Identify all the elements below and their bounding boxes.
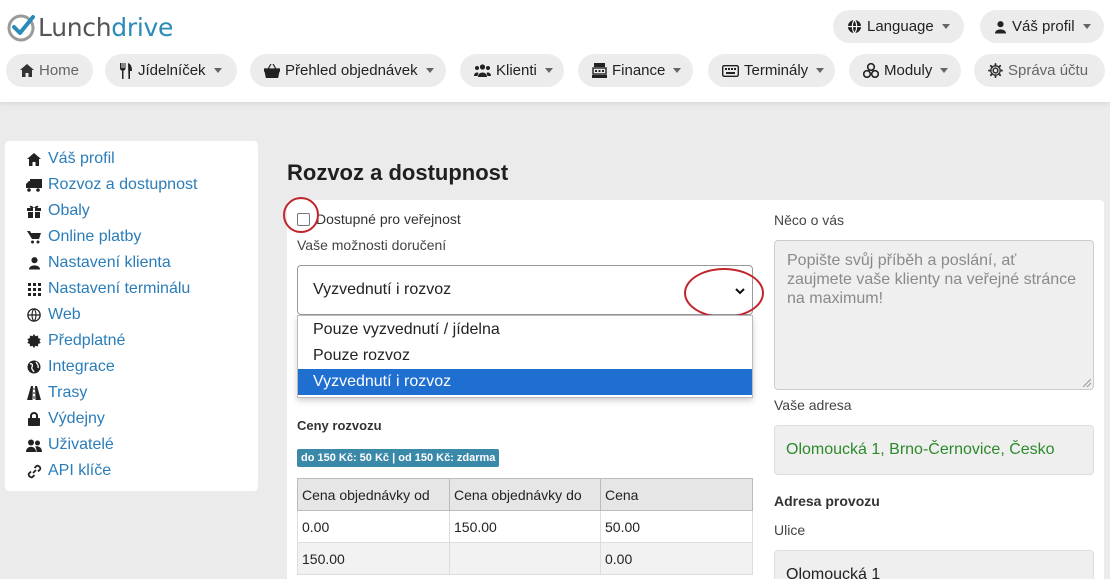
sidebar-item-web[interactable]: Web [26,304,81,326]
cubes-icon [863,63,879,78]
option-vyzvednuti-i-rozvoz[interactable]: Vyzvednutí i rozvoz [298,369,752,395]
road-icon [26,386,42,400]
chevron-down-icon [425,68,434,73]
chevron-down-icon [1082,24,1091,29]
chevron-down-icon [940,68,949,73]
nav-finance[interactable]: Finance [578,54,693,87]
chevron-down-icon [816,68,825,73]
nav-moduly[interactable]: Moduly [849,54,961,87]
gift-icon [26,204,42,218]
user-icon [994,20,1007,34]
logo-check-icon [7,14,35,42]
logo-text: Lunchdrive [38,12,174,42]
street-field[interactable]: Olomoucká 1 [774,550,1094,579]
table-cell: 0.00 [600,542,753,575]
sidebar-item-profil[interactable]: Váš profil [26,148,115,170]
chevron-down-icon [941,24,950,29]
delivery-prices-heading: Ceny rozvozu [297,418,382,433]
grid-icon [26,282,42,296]
table-header-row: Cena objednávky od Cena objednávky do Ce… [297,478,753,511]
column-header[interactable]: Cena objednávky od [297,478,450,511]
profile-dropdown[interactable]: Váš profil [980,10,1104,43]
sidebar-item-uzivatele[interactable]: Uživatelé [26,434,114,456]
language-dropdown[interactable]: Language [833,10,964,43]
address-field[interactable]: Olomoucká 1, Brno-Černovice, Česko [774,425,1094,475]
chevron-down-icon [544,68,553,73]
annotation-circle-select-arrow [684,268,764,318]
chevron-down-icon [213,68,222,73]
keyboard-icon [722,64,739,77]
nav-objednavky[interactable]: Přehled objednávek [250,54,446,87]
earth-icon [26,360,42,374]
delivery-price-badge: do 150 Kč: 50 Kč | od 150 Kč: zdarma [297,449,500,467]
globe-icon [847,19,862,34]
cash-register-icon [592,63,607,78]
table-row[interactable]: 0.00 150.00 50.00 [297,510,753,543]
users-icon [474,64,491,77]
home-icon [20,64,34,77]
sidebar-item-nastaveni-terminalu[interactable]: Nastavení terminálu [26,278,190,300]
option-pouze-vyzvednuti[interactable]: Pouze vyzvednutí / jídelna [298,317,752,343]
sidebar-item-trasy[interactable]: Trasy [26,382,87,404]
sidebar-item-nastaveni-klienta[interactable]: Nastavení klienta [26,252,171,274]
option-pouze-rozvoz[interactable]: Pouze rozvoz [298,343,752,369]
table-cell: 50.00 [600,510,753,543]
provoz-heading: Adresa provozu [774,493,880,509]
user-icon [26,256,42,270]
column-header[interactable]: Cena [600,478,753,511]
language-label: Language [867,18,934,35]
about-textarea[interactable]: Popište svůj příběh a poslání, ať zaujme… [774,240,1094,390]
nav-home[interactable]: Home [6,54,93,87]
table-row[interactable]: 150.00 0.00 [297,542,753,575]
resize-handle-icon[interactable] [1083,379,1091,387]
top-header: Lunchdrive Language Váš profil Home Jíde… [0,0,1110,102]
link-icon [26,464,42,479]
price-table: Cena objednávky od Cena objednávky do Ce… [297,478,753,575]
sidebar-item-vydejny[interactable]: Výdejny [26,408,105,430]
nav-sprava-uctu[interactable]: Správa účtu [974,54,1105,87]
nav-klienti[interactable]: Klienti [460,54,564,87]
sidebar-item-api-klice[interactable]: API klíče [26,460,111,482]
home-icon [26,152,42,166]
table-cell: 150.00 [297,542,450,575]
sidebar-item-predplatne[interactable]: Předplatné [26,330,125,352]
sidebar-item-obaly[interactable]: Obaly [26,200,90,222]
sidebar-item-integrace[interactable]: Integrace [26,356,115,378]
users-icon [26,439,42,452]
gear-icon [988,63,1003,78]
chevron-down-icon [673,68,682,73]
table-cell [449,542,601,575]
annotation-circle-checkbox [283,197,319,233]
lock-icon [26,412,42,426]
public-checkbox-label: Dostupné pro veřejnost [316,211,461,227]
page-title: Rozvoz a dostupnost [287,160,509,185]
sidebar-item-rozvoz[interactable]: Rozvoz a dostupnost [26,174,197,196]
sidebar-item-online-platby[interactable]: Online platby [26,226,141,248]
logo[interactable]: Lunchdrive [6,10,173,44]
about-placeholder: Popište svůj příběh a poslání, ať zaujme… [787,252,1077,307]
delivery-options-list: Pouze vyzvednutí / jídelna Pouze rozvoz … [297,315,753,398]
delivery-options-label: Vaše možnosti doručení [297,237,447,253]
cart-icon [26,230,42,244]
badge-icon [26,334,42,348]
delivery-select-value: Vyzvednutí i rozvoz [313,281,452,298]
truck-icon [26,178,42,192]
column-header[interactable]: Cena objednávky do [449,478,601,511]
globe-icon [26,308,42,322]
about-label: Něco o vás [774,212,845,228]
table-cell: 0.00 [297,510,450,543]
basket-icon [264,63,280,78]
nav-jidelnicek[interactable]: Jídelníček [105,54,237,87]
address-label: Vaše adresa [774,397,852,413]
nav-terminaly[interactable]: Terminály [708,54,835,87]
table-cell: 150.00 [449,510,601,543]
utensils-icon [119,62,133,79]
profile-label: Váš profil [1012,18,1075,35]
street-label: Ulice [774,522,806,538]
